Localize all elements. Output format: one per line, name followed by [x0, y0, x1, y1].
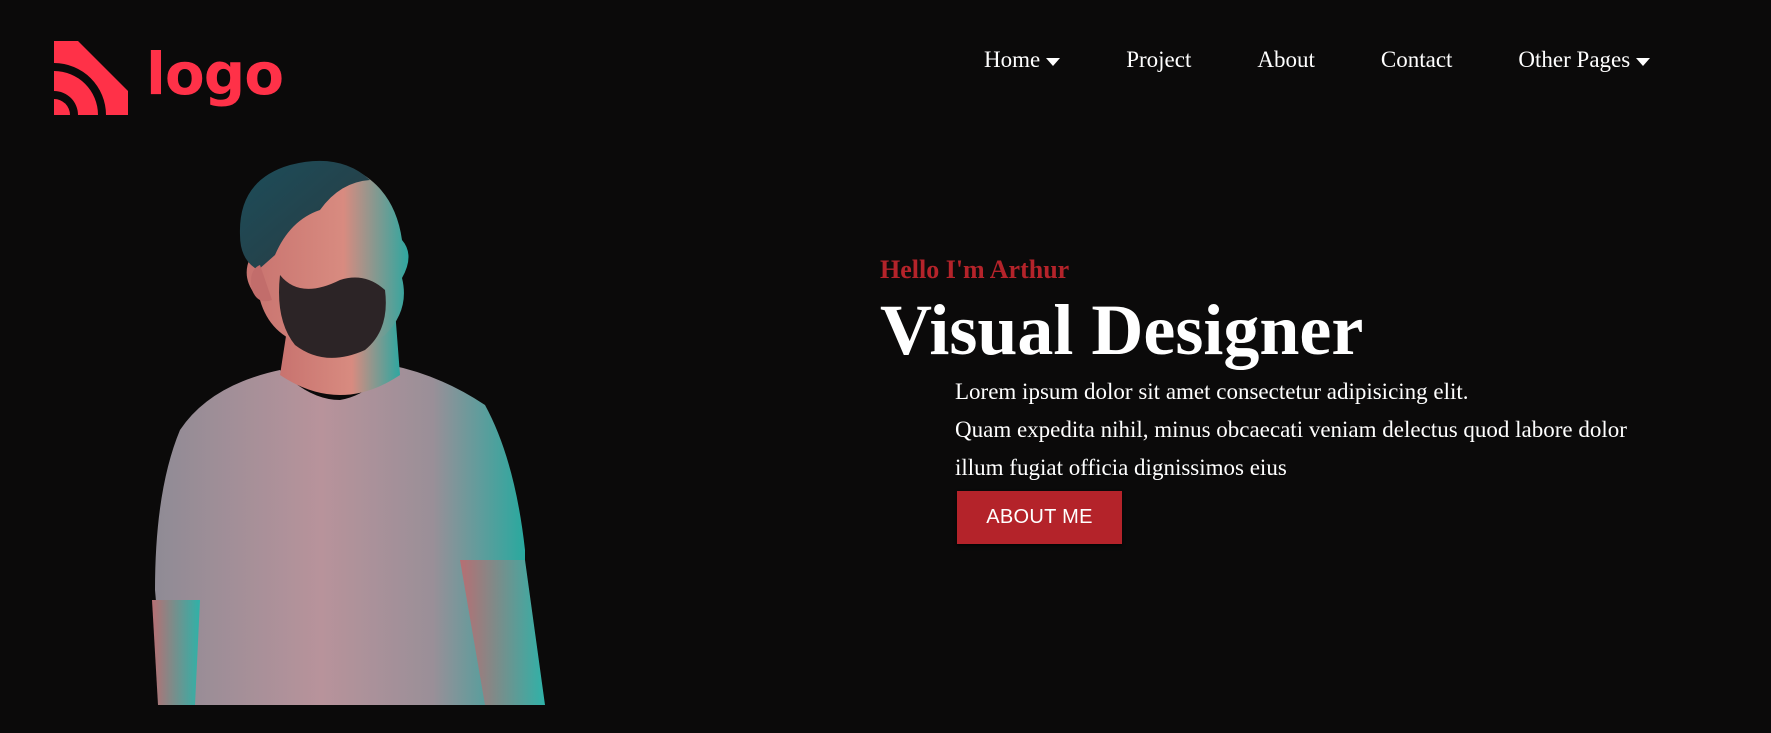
- nav-other-pages-label: Other Pages: [1518, 47, 1631, 72]
- main-nav: Home Project About Contact Other Pages: [984, 47, 1651, 73]
- nav-contact-label: Contact: [1380, 47, 1453, 72]
- hero-description-line: Lorem ipsum dolor sit amet consectetur a…: [955, 379, 1469, 404]
- nav-about-label: About: [1257, 47, 1315, 72]
- nav-about[interactable]: About: [1257, 47, 1315, 73]
- logo[interactable]: logo: [54, 40, 284, 116]
- hero-title: Visual Designer: [880, 290, 1364, 370]
- nav-contact[interactable]: Contact: [1381, 47, 1453, 73]
- caret-down-icon: [1046, 57, 1061, 66]
- nav-home-label: Home: [984, 47, 1041, 72]
- nav-project-label: Project: [1126, 47, 1192, 72]
- caret-down-icon: [1636, 57, 1651, 66]
- nav-home[interactable]: Home: [984, 47, 1061, 73]
- nav-other-pages[interactable]: Other Pages: [1518, 47, 1651, 73]
- about-me-button[interactable]: ABOUT ME: [957, 491, 1122, 544]
- hero-description-line: illum fugiat officia dignissimos eius: [955, 455, 1287, 480]
- logo-text: logo: [146, 40, 284, 108]
- logo-icon: [54, 41, 128, 115]
- hero-greeting: Hello I'm Arthur: [880, 255, 1070, 284]
- hero-description-line: Quam expedita nihil, minus obcaecati ven…: [955, 417, 1627, 442]
- hero-description: Lorem ipsum dolor sit amet consectetur a…: [955, 373, 1627, 487]
- nav-project[interactable]: Project: [1126, 47, 1191, 73]
- person-portrait: [152, 160, 545, 705]
